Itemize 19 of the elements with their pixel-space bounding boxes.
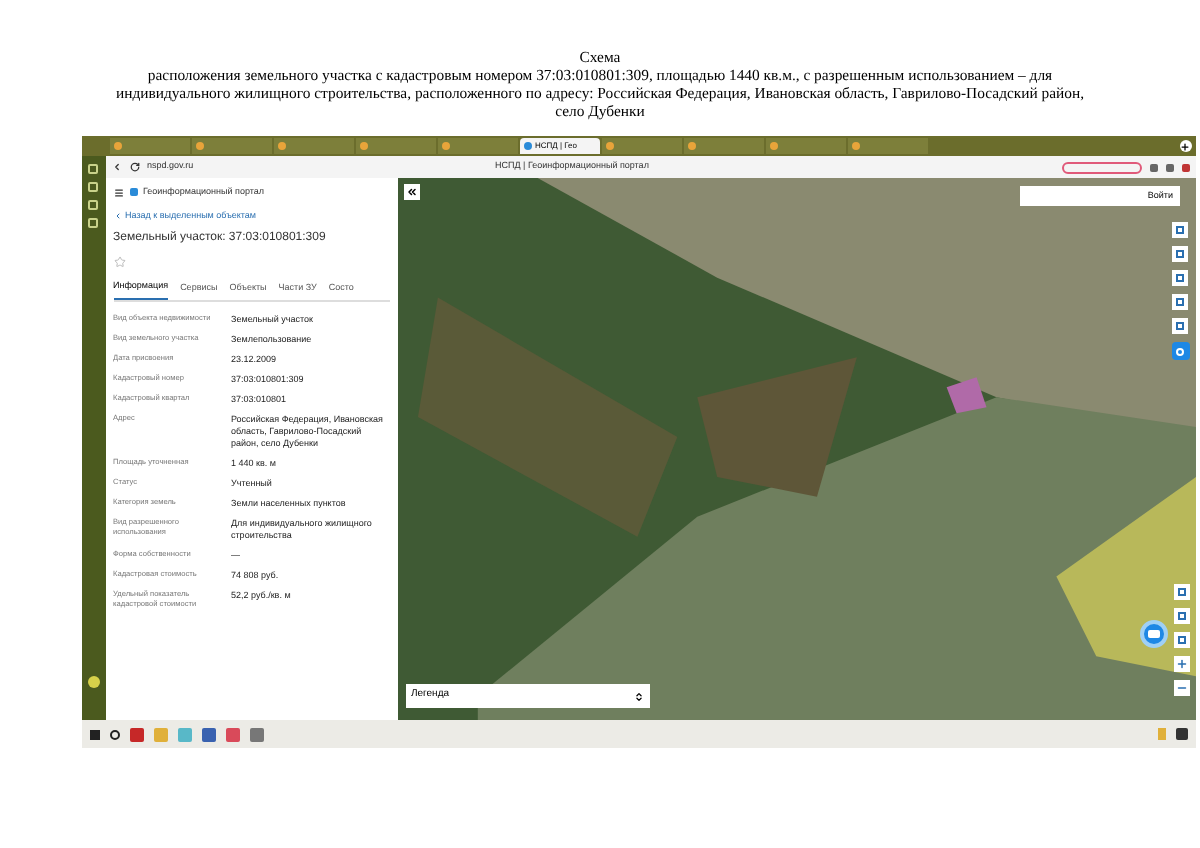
favicon-icon [769, 142, 777, 150]
favicon-icon [605, 142, 613, 150]
plus-icon[interactable] [1179, 140, 1191, 152]
favicon-icon [195, 142, 203, 150]
refresh-icon[interactable] [129, 162, 139, 172]
search-icon[interactable] [109, 729, 119, 739]
favicon-icon [687, 142, 695, 150]
favicon-icon [851, 142, 859, 150]
profile-button[interactable] [1061, 161, 1141, 173]
back-icon[interactable] [111, 162, 121, 172]
favicon-icon [441, 142, 449, 150]
chevron-icon [633, 691, 643, 701]
favicon-icon [359, 142, 367, 150]
sidebar-icon[interactable] [87, 676, 99, 688]
portal-logo-icon [129, 188, 137, 196]
favicon-icon [277, 142, 285, 150]
star-icon[interactable] [113, 255, 125, 268]
favicon-icon [523, 142, 531, 150]
favicon-icon [113, 142, 121, 150]
